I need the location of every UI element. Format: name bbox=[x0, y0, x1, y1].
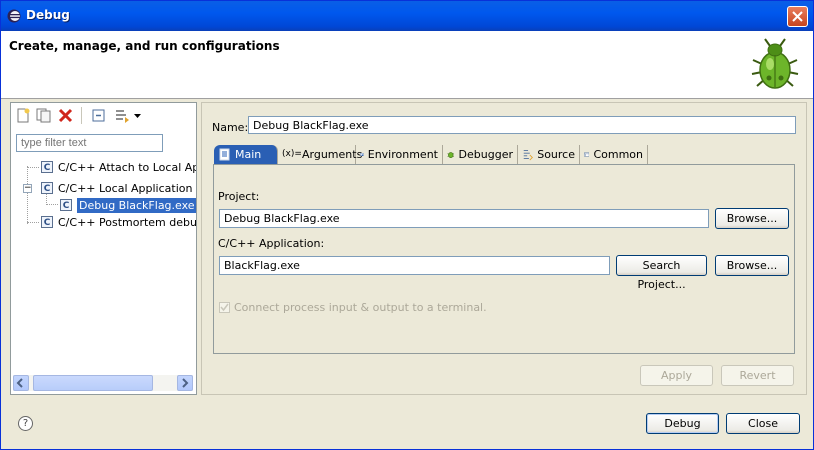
collapse-toggle[interactable]: − bbox=[23, 184, 32, 193]
scroll-thumb[interactable] bbox=[33, 375, 153, 391]
name-label: Name: bbox=[212, 121, 249, 134]
tree-guide bbox=[27, 222, 39, 223]
chevron-right-icon bbox=[182, 378, 189, 388]
application-label: C/C++ Application: bbox=[218, 237, 325, 250]
terminal-checkbox-label: Connect process input & output to a term… bbox=[234, 301, 487, 314]
tree-item-label: C/C++ Local Application bbox=[58, 181, 193, 195]
delete-config-icon[interactable] bbox=[57, 107, 74, 124]
tab-environment[interactable]: Environment bbox=[356, 145, 443, 164]
new-config-icon[interactable] bbox=[15, 107, 32, 124]
toolbar-separator bbox=[81, 107, 82, 124]
tab-label: Common bbox=[593, 148, 643, 161]
chevron-left-icon bbox=[16, 378, 23, 388]
c-config-icon: C bbox=[41, 182, 53, 194]
duplicate-config-icon[interactable] bbox=[35, 107, 52, 124]
eclipse-icon bbox=[7, 9, 21, 23]
help-icon[interactable]: ? bbox=[18, 416, 33, 431]
project-label: Project: bbox=[218, 190, 260, 203]
tree-guide bbox=[27, 166, 28, 224]
configurations-panel: C C/C++ Attach to Local Appl − C C/C++ L… bbox=[10, 102, 197, 395]
tab-label: Main bbox=[235, 148, 262, 161]
tree-item[interactable]: C C/C++ Postmortem debugg bbox=[41, 214, 196, 230]
search-project-button[interactable]: Search Project... bbox=[616, 255, 707, 291]
tree-item-label: C/C++ Attach to Local Appl bbox=[58, 160, 196, 174]
window-close-button[interactable] bbox=[787, 6, 808, 27]
tab-arguments[interactable]: (x)= Arguments bbox=[278, 145, 362, 164]
tab-label: Source bbox=[537, 148, 575, 161]
window-title: Debug bbox=[26, 8, 70, 22]
application-field[interactable]: BlackFlag.exe bbox=[219, 256, 610, 275]
tab-label: Debugger bbox=[458, 148, 513, 161]
main-tab-icon bbox=[219, 148, 230, 161]
arguments-icon: (x)= bbox=[282, 149, 302, 159]
banner-title: Create, manage, and run configurations bbox=[9, 39, 280, 53]
main-tab-content: Project: Debug BlackFlag.exe Browse... C… bbox=[213, 164, 795, 354]
tree-item[interactable]: C C/C++ Attach to Local Appl bbox=[41, 159, 196, 175]
scroll-right-button[interactable] bbox=[177, 375, 193, 391]
tab-source[interactable]: Source bbox=[518, 145, 580, 164]
apply-button[interactable]: Apply bbox=[640, 365, 713, 386]
tab-debugger[interactable]: Debugger bbox=[443, 145, 518, 164]
tree-guide bbox=[46, 204, 58, 205]
environment-icon bbox=[360, 153, 364, 156]
tree-item-label: Debug BlackFlag.exe bbox=[77, 197, 196, 213]
checkmark-icon bbox=[220, 303, 229, 312]
c-config-icon: C bbox=[41, 216, 53, 228]
terminal-checkbox-row: Connect process input & output to a term… bbox=[219, 301, 487, 314]
close-button[interactable]: Close bbox=[726, 413, 800, 434]
close-icon bbox=[792, 11, 803, 22]
browse-project-button[interactable]: Browse... bbox=[715, 208, 789, 229]
header-banner: Create, manage, and run configurations bbox=[1, 31, 813, 99]
scroll-left-button[interactable] bbox=[13, 375, 29, 391]
name-input[interactable]: Debug BlackFlag.exe bbox=[248, 116, 796, 134]
tree-item-label: C/C++ Postmortem debugg bbox=[58, 215, 196, 229]
chevron-down-icon[interactable] bbox=[133, 107, 142, 124]
filter-configs-icon[interactable] bbox=[114, 107, 131, 124]
config-editor: Name: Debug BlackFlag.exe Main (x)= Argu… bbox=[201, 102, 807, 395]
bug-icon bbox=[751, 38, 799, 89]
source-icon bbox=[523, 150, 533, 161]
collapse-all-icon[interactable] bbox=[90, 107, 107, 124]
tree-horizontal-scrollbar[interactable] bbox=[13, 375, 193, 391]
project-field[interactable]: Debug BlackFlag.exe bbox=[219, 209, 709, 228]
common-icon bbox=[584, 152, 590, 157]
debug-button[interactable]: Debug bbox=[646, 413, 719, 434]
c-config-icon: C bbox=[60, 199, 72, 211]
config-toolbar bbox=[11, 103, 196, 128]
browse-application-button[interactable]: Browse... bbox=[715, 255, 789, 276]
debug-dialog: Debug Create, manage, and run configurat… bbox=[0, 0, 814, 450]
tab-label: Environment bbox=[367, 148, 438, 161]
terminal-checkbox[interactable] bbox=[219, 302, 230, 313]
config-tree: C C/C++ Attach to Local Appl − C C/C++ L… bbox=[11, 158, 196, 368]
title-bar[interactable]: Debug bbox=[1, 1, 813, 31]
tree-item[interactable]: C C/C++ Local Application bbox=[41, 180, 192, 196]
tree-guide bbox=[27, 167, 39, 168]
revert-button[interactable]: Revert bbox=[721, 365, 794, 386]
filter-input[interactable] bbox=[16, 134, 163, 152]
tree-item-selected[interactable]: C Debug BlackFlag.exe bbox=[60, 197, 196, 213]
tab-common[interactable]: Common bbox=[580, 145, 648, 164]
tab-label: Arguments bbox=[302, 148, 363, 161]
c-config-icon: C bbox=[41, 161, 53, 173]
debugger-icon bbox=[447, 152, 455, 158]
tab-main[interactable]: Main bbox=[214, 145, 278, 164]
